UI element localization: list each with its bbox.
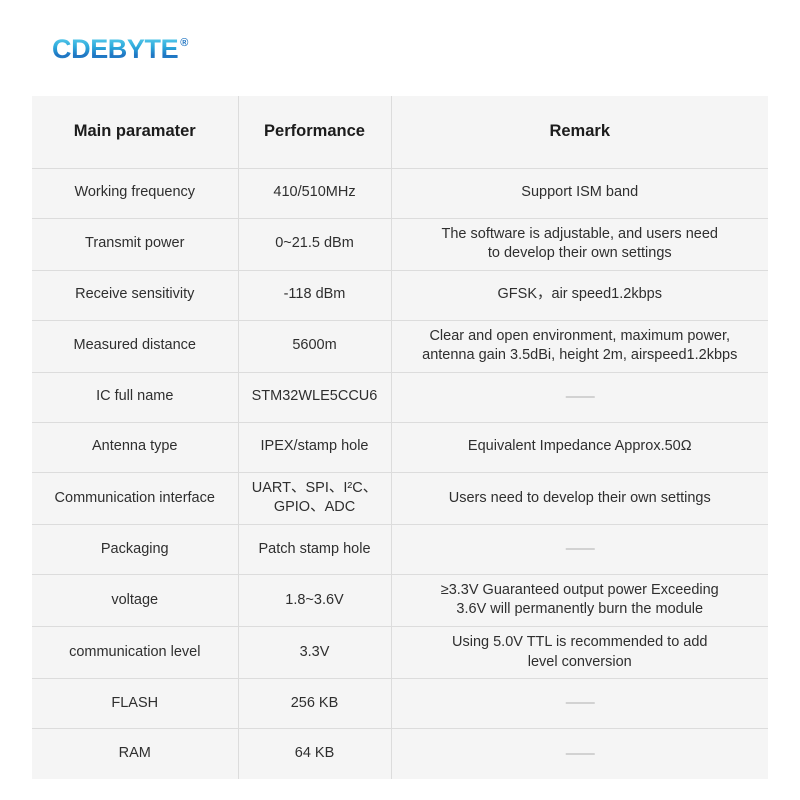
table-row: Working frequency 410/510MHz Support ISM b… [32,168,768,219]
table-header: Main paramater Performance Remark [32,96,768,169]
cell-remark: —— [391,524,768,575]
spec-sheet-page: CDEBYTE ® Main paramater Performance Rem… [0,0,800,800]
cell-performance: IPEX/stamp hole [238,422,392,473]
placeholder-dash: —— [565,540,595,558]
cell-remark: Users need to develop their own settings [391,472,768,525]
cell-remark: Support ISM band [391,168,768,219]
placeholder-dash: —— [565,744,595,762]
table-row: communication level 3.3V Using 5.0V TTL is… [32,626,768,680]
cell-performance: 410/510MHz [238,168,392,219]
cell-parameter: Transmit power [32,218,239,271]
cell-remark: —— [391,372,768,423]
cell-parameter: Antenna type [32,422,239,473]
cell-performance: STM32WLE5CCU6 [238,372,392,423]
cell-performance: 0~21.5 dBm [238,218,392,271]
specification-table: Main paramater Performance Remark Workin… [32,96,768,779]
table-row: Antenna type IPEX/stamp hole Equivalent Im… [32,422,768,473]
cell-parameter: FLASH [32,678,239,730]
cell-performance: 64 KB [238,728,392,779]
cell-performance: 1.8~3.6V [238,574,392,628]
cell-parameter: communication level [32,626,239,680]
cell-performance: 3.3V [238,626,392,680]
column-header-remark: Remark [391,96,768,169]
cell-parameter: Packaging [32,524,239,575]
cell-parameter: Receive sensitivity [32,270,239,321]
table-row: IC full name STM32WLE5CCU6 —— [32,372,768,423]
cell-performance: -118 dBm [238,270,392,321]
placeholder-dash: —— [565,694,595,712]
table-header-row: Main paramater Performance Remark [32,96,768,169]
cell-performance: 5600m [238,320,392,373]
registered-trademark-icon: ® [180,37,189,49]
cell-remark: Clear and open environment, maximum powe… [391,320,768,373]
cell-performance: UART、SPI、I²C、 GPIO、ADC [238,472,392,525]
cell-performance: Patch stamp hole [238,524,392,575]
cell-parameter: Measured distance [32,320,239,373]
table-row: voltage 1.8~3.6V ≥3.3V Guaranteed output p… [32,574,768,628]
cell-remark: The software is adjustable, and users ne… [391,218,768,271]
brand-wordmark: CDEBYTE [52,34,179,64]
table-row: Transmit power 0~21.5 dBm The software is … [32,218,768,271]
cell-performance: 256 KB [238,678,392,730]
cdebyte-logo: CDEBYTE ® [52,36,188,63]
cell-remark: —— [391,678,768,730]
cell-remark: Equivalent Impedance Approx.50Ω [391,422,768,473]
table-row: Receive sensitivity -118 dBm GFSK，air spee… [32,270,768,321]
cell-parameter: RAM [32,728,239,779]
table-row: Packaging Patch stamp hole —— [32,524,768,575]
placeholder-dash: —— [565,387,595,405]
cell-parameter: Working frequency [32,168,239,219]
cell-remark: —— [391,728,768,779]
table-row: Measured distance 5600m Clear and open env… [32,320,768,373]
column-header-performance: Performance [238,96,392,169]
cell-parameter: Communication interface [32,472,239,525]
table-row: Communication interface UART、SPI、I²C、 GPI… [32,472,768,525]
column-header-parameter: Main paramater [32,96,239,169]
table-row: RAM 64 KB —— [32,728,768,779]
cell-parameter: voltage [32,574,239,628]
cell-parameter: IC full name [32,372,239,423]
cell-remark: ≥3.3V Guaranteed output power Exceeding … [391,574,768,628]
table-body: Working frequency 410/510MHz Support ISM b… [32,168,768,779]
cell-remark: GFSK，air speed1.2kbps [391,270,768,321]
table-row: FLASH 256 KB —— [32,678,768,730]
cell-remark: Using 5.0V TTL is recommended to add lev… [391,626,768,680]
